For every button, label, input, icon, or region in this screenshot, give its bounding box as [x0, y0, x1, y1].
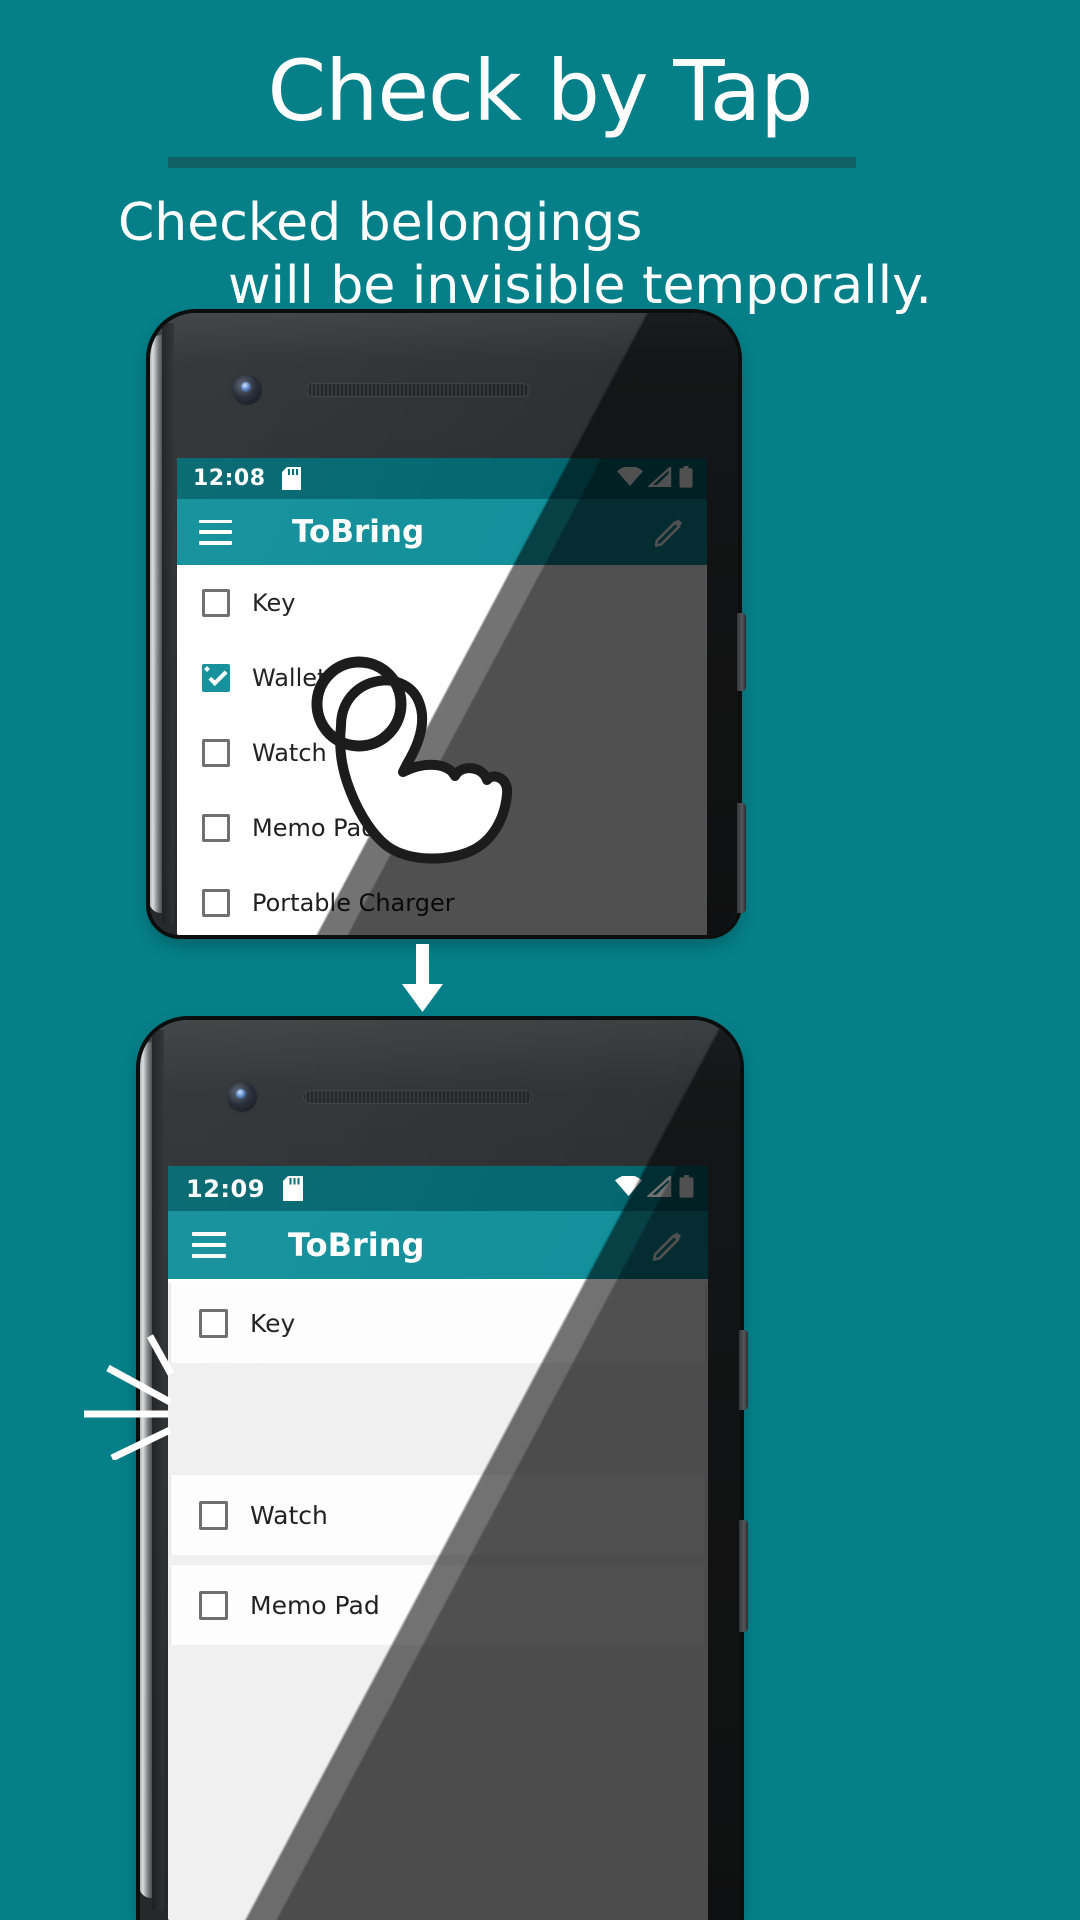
- item-checkbox[interactable]: [202, 738, 230, 767]
- promo-screenshot: Check by Tap Checked belongings will be …: [0, 0, 1080, 1920]
- down-arrow-icon: [400, 944, 445, 1012]
- phone-bottom-volume-button[interactable]: [739, 1520, 748, 1632]
- phone-bottom-left-bezel: [152, 1030, 164, 1910]
- status-time: 12:09: [186, 1174, 265, 1203]
- app-bar-bottom: ToBring: [168, 1211, 708, 1279]
- checklist-bottom: Key Watch Memo Pad: [168, 1283, 708, 1920]
- status-icons-group: [615, 1174, 694, 1202]
- wifi-icon: [617, 465, 643, 491]
- pencil-edit-icon[interactable]: [653, 516, 685, 548]
- list-item[interactable]: Key: [177, 565, 707, 640]
- phone-bottom-power-button[interactable]: [739, 1330, 748, 1410]
- signal-icon: [645, 1174, 672, 1201]
- list-item[interactable]: Watch: [171, 1475, 705, 1555]
- item-label: Watch: [250, 1500, 328, 1530]
- status-bar-bottom: 12:09: [168, 1166, 708, 1211]
- phone-top-left-bezel: [162, 323, 174, 925]
- list-item[interactable]: Portable Charger: [177, 865, 707, 935]
- sparkle-burst-icon: [72, 1330, 187, 1462]
- hamburger-menu-icon[interactable]: [192, 1232, 226, 1258]
- earpiece-speaker: [305, 383, 530, 397]
- phone-top-screen: 12:08 ToBring Key Wallet Watch Memo Pad …: [177, 458, 707, 935]
- phone-top-power-button[interactable]: [737, 613, 746, 691]
- item-label: Portable Charger: [252, 888, 455, 917]
- front-camera-icon: [227, 1082, 257, 1112]
- app-bar-top: ToBring: [177, 499, 707, 565]
- front-camera-icon: [232, 375, 262, 405]
- item-label: Watch: [252, 738, 327, 767]
- item-checkbox[interactable]: [202, 663, 230, 692]
- phone-top-volume-button[interactable]: [737, 803, 746, 913]
- signal-icon: [646, 464, 672, 491]
- app-title: ToBring: [288, 1226, 425, 1264]
- subtitle-line-2: will be invisible temporally.: [228, 256, 932, 317]
- phone-top-body: 12:08 ToBring Key Wallet Watch Memo Pad …: [150, 313, 738, 935]
- item-label: Wallet: [252, 663, 327, 692]
- item-label: Memo Pad: [250, 1590, 380, 1620]
- battery-icon: [679, 1175, 694, 1202]
- battery-icon: [679, 465, 693, 492]
- status-bar-top: 12:08: [177, 458, 707, 499]
- app-title: ToBring: [292, 514, 425, 550]
- sdcard-icon: [282, 1176, 303, 1201]
- list-item[interactable]: Memo Pad: [171, 1565, 705, 1645]
- item-label: Memo Pad: [252, 813, 377, 842]
- item-checkbox[interactable]: [199, 1308, 228, 1338]
- checklist-top: Key Wallet Watch Memo Pad Portable Charg…: [177, 565, 707, 935]
- item-checkbox[interactable]: [202, 813, 230, 842]
- sdcard-icon: [281, 467, 301, 490]
- item-checkbox[interactable]: [202, 888, 230, 917]
- status-time: 12:08: [193, 466, 266, 491]
- list-item[interactable]: Key: [171, 1283, 705, 1363]
- title-underline: [168, 157, 856, 168]
- status-icons-group: [617, 464, 693, 492]
- phone-bottom: 12:09 ToBring Key Watch Memo Pad: [140, 1020, 748, 1920]
- phone-bottom-screen: 12:09 ToBring Key Watch Memo Pad: [168, 1166, 708, 1920]
- item-label: Key: [252, 588, 296, 617]
- list-item[interactable]: Memo Pad: [177, 790, 707, 865]
- phone-top: 12:08 ToBring Key Wallet Watch Memo Pad …: [150, 313, 746, 935]
- hamburger-menu-icon[interactable]: [199, 519, 232, 545]
- page-title: Check by Tap: [267, 42, 813, 140]
- item-checkbox[interactable]: [202, 588, 230, 617]
- earpiece-speaker: [303, 1090, 533, 1104]
- phone-bottom-body: 12:09 ToBring Key Watch Memo Pad: [140, 1020, 740, 1920]
- list-item[interactable]: Watch: [177, 715, 707, 790]
- hidden-item-placeholder: [168, 1363, 708, 1475]
- wifi-icon: [615, 1175, 642, 1201]
- list-bottom-space: [168, 1645, 708, 1920]
- item-label: Key: [250, 1308, 296, 1338]
- list-separator: [168, 1555, 708, 1565]
- page-subtitle: Checked belongings will be invisible tem…: [0, 192, 1080, 319]
- list-item[interactable]: Wallet: [177, 640, 707, 715]
- subtitle-line-1: Checked belongings: [118, 193, 643, 253]
- item-checkbox[interactable]: [199, 1590, 228, 1620]
- pencil-edit-icon[interactable]: [651, 1229, 684, 1262]
- item-checkbox[interactable]: [199, 1500, 228, 1530]
